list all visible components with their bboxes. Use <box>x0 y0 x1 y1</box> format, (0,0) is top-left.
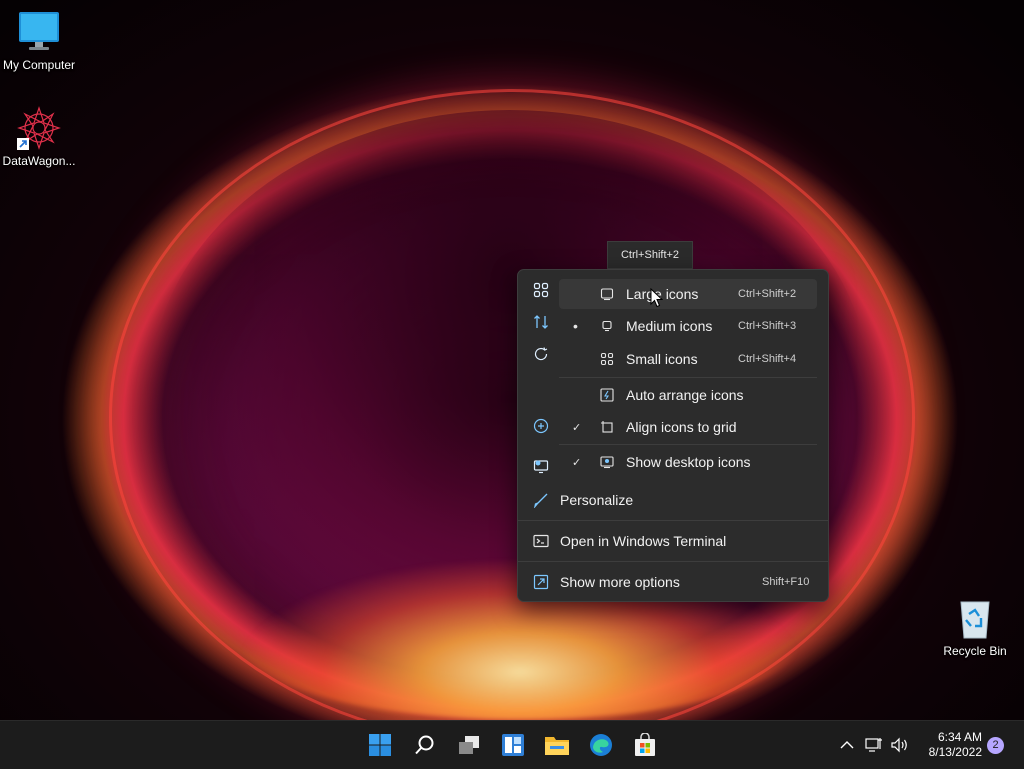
desktop-icon-datawagon[interactable]: DataWagon... <box>0 106 79 168</box>
desktop-icon-label: My Computer <box>2 58 76 72</box>
menu-item-medium-icons[interactable]: • Medium icons Ctrl+Shift+3 <box>559 311 817 341</box>
search-icon[interactable] <box>408 729 442 761</box>
menu-item-large-icons[interactable]: Large icons Ctrl+Shift+2 <box>559 279 817 309</box>
small-icons-icon <box>599 351 615 367</box>
clock[interactable]: 6:34 AM 8/13/2022 <box>918 730 982 760</box>
selected-dot-icon: • <box>573 318 578 334</box>
checkmark-icon: ✓ <box>572 421 582 434</box>
menu-item-show-more-options[interactable]: Show more options Shift+F10 <box>522 567 822 597</box>
desktop-icon-label: DataWagon... <box>2 154 76 168</box>
desktop-icon-recycle-bin[interactable]: Recycle Bin <box>935 596 1015 658</box>
brush-icon <box>533 492 549 508</box>
clock-date: 8/13/2022 <box>928 745 982 759</box>
menu-item-label: Personalize <box>560 492 634 508</box>
menu-item-small-icons[interactable]: Small icons Ctrl+Shift+4 <box>559 344 817 374</box>
clock-time: 6:34 AM <box>937 730 982 744</box>
monitor-icon <box>17 10 61 54</box>
checkmark-icon: ✓ <box>572 456 582 469</box>
medium-icons-icon <box>599 318 615 334</box>
menu-item-show-desktop-icons[interactable]: ✓ Show desktop icons <box>559 447 817 477</box>
menu-separator <box>518 561 828 562</box>
menu-item-label: Show more options <box>560 574 680 590</box>
new-icon[interactable] <box>526 412 556 440</box>
show-desktop-icons-icon <box>599 454 615 470</box>
menu-item-label: Show desktop icons <box>626 454 751 470</box>
menu-item-auto-arrange[interactable]: Auto arrange icons <box>559 380 817 410</box>
desktop-context-menu: Large icons Ctrl+Shift+2 • Medium icons … <box>517 269 829 602</box>
menu-item-align-grid[interactable]: ✓ Align icons to grid <box>559 412 817 442</box>
file-explorer-icon[interactable] <box>540 729 574 761</box>
recycle-bin-icon <box>953 596 997 640</box>
edge-icon[interactable] <box>584 729 618 761</box>
terminal-icon <box>533 533 549 549</box>
datawagon-app-icon <box>17 106 61 150</box>
menu-item-shortcut: Ctrl+Shift+2 <box>738 288 797 300</box>
mouse-cursor-icon <box>650 287 664 313</box>
menu-item-label: Open in Windows Terminal <box>560 533 727 549</box>
store-icon[interactable] <box>628 729 662 761</box>
menu-item-label: Auto arrange icons <box>626 387 744 403</box>
auto-arrange-icon <box>599 387 615 403</box>
menu-separator <box>518 520 828 521</box>
menu-item-shortcut: Ctrl+Shift+4 <box>738 353 797 365</box>
menu-item-label: Align icons to grid <box>626 419 737 435</box>
volume-icon[interactable] <box>890 735 910 755</box>
widgets-icon[interactable] <box>496 729 530 761</box>
sort-by-icon[interactable] <box>526 308 556 336</box>
task-view-icon[interactable] <box>452 729 486 761</box>
menu-item-label: Medium icons <box>626 318 713 334</box>
large-icons-icon <box>599 286 615 302</box>
chevron-up-icon[interactable] <box>837 735 857 755</box>
desktop-icon-my-computer[interactable]: My Computer <box>0 10 79 72</box>
notification-badge[interactable]: 2 <box>987 737 1004 754</box>
refresh-icon[interactable] <box>526 340 556 368</box>
menu-item-shortcut: Shift+F10 <box>762 576 810 588</box>
menu-item-open-terminal[interactable]: Open in Windows Terminal <box>522 526 822 556</box>
menu-separator <box>559 377 817 378</box>
taskbar: 6:34 AM 8/13/2022 2 <box>0 720 1024 769</box>
menu-item-label: Small icons <box>626 351 698 367</box>
shortcut-tooltip: Ctrl+Shift+2 <box>607 241 693 269</box>
start-icon[interactable] <box>363 729 397 761</box>
network-icon[interactable] <box>864 735 884 755</box>
display-settings-icon[interactable] <box>526 452 556 480</box>
view-icon[interactable] <box>526 276 556 304</box>
align-grid-icon <box>599 419 615 435</box>
more-options-icon <box>533 574 549 590</box>
view-submenu: Large icons Ctrl+Shift+2 • Medium icons … <box>559 275 821 471</box>
menu-item-personalize[interactable]: Personalize <box>522 485 822 515</box>
menu-separator <box>559 444 817 445</box>
desktop-icon-label: Recycle Bin <box>943 644 1007 658</box>
menu-item-shortcut: Ctrl+Shift+3 <box>738 320 797 332</box>
